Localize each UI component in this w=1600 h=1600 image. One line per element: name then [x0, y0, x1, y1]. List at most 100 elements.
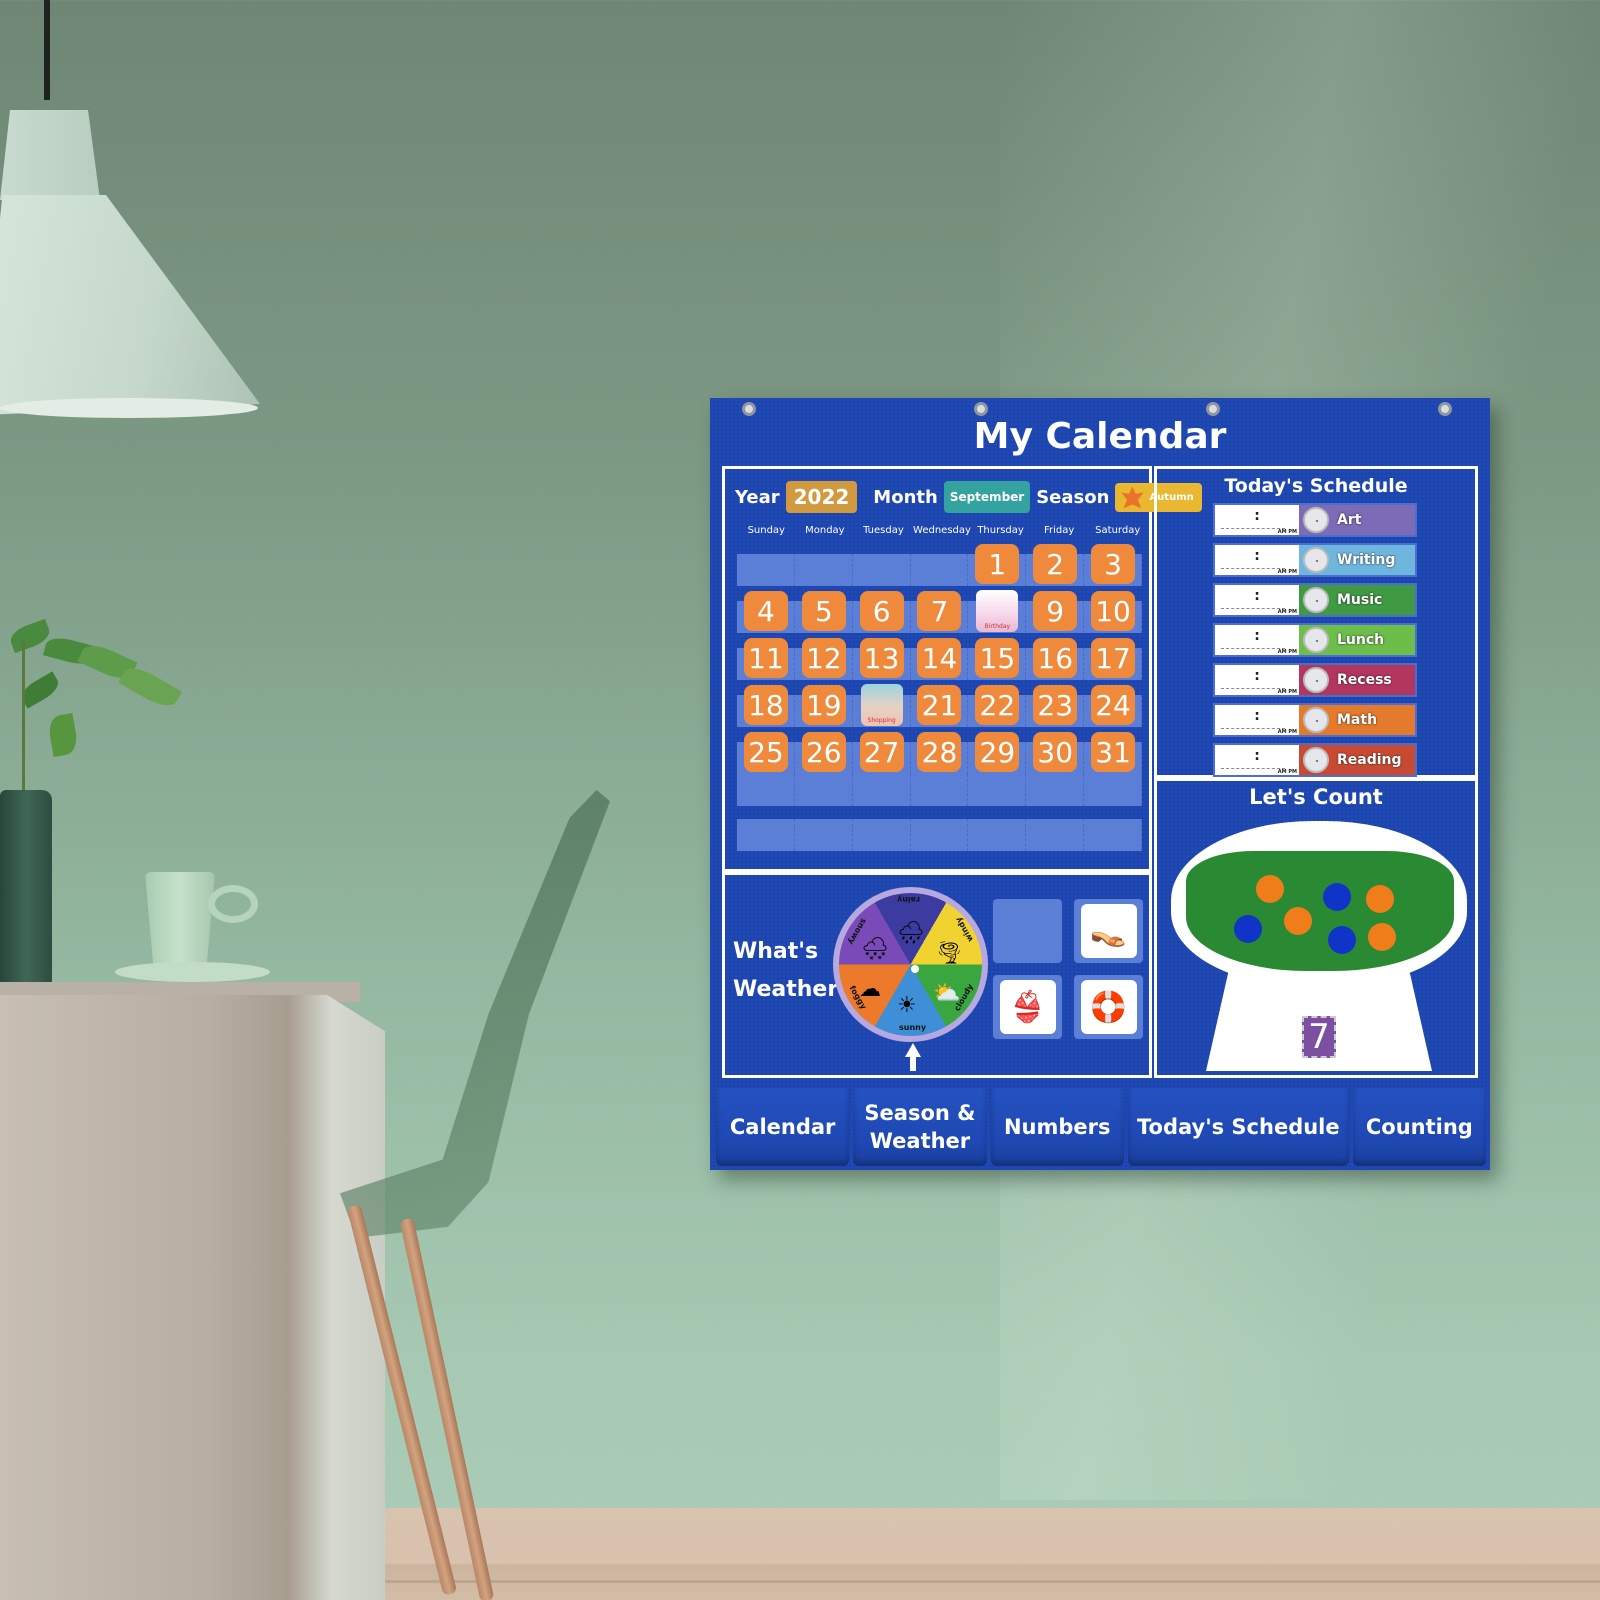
calendar-pocket[interactable]: 22: [968, 682, 1027, 728]
calendar-pocket[interactable]: 5: [794, 588, 853, 634]
calendar-pocket[interactable]: 31: [1084, 729, 1142, 775]
day-number-card[interactable]: 31: [1091, 732, 1136, 772]
shopping-card[interactable]: Shopping: [860, 684, 903, 726]
schedule-item[interactable]: : AM PM Math: [1213, 703, 1417, 737]
calendar-pocket[interactable]: 16: [1026, 635, 1085, 681]
day-number-card[interactable]: 6: [859, 591, 904, 631]
calendar-pocket[interactable]: 30: [1026, 729, 1085, 775]
empty-pocket[interactable]: [795, 819, 853, 851]
day-number-card[interactable]: 24: [1091, 685, 1136, 725]
schedule-item[interactable]: : AM PM Recess: [1213, 663, 1417, 697]
empty-pocket[interactable]: [1084, 774, 1142, 806]
weather-wheel[interactable]: rainy windy cloudy sunny foggy snowy 🌧 🌪…: [833, 887, 988, 1042]
calendar-pocket[interactable]: 18: [737, 682, 795, 728]
empty-pocket[interactable]: [968, 774, 1027, 806]
empty-pocket[interactable]: [795, 774, 853, 806]
calendar-pocket[interactable]: 27: [852, 729, 911, 775]
calendar-pocket[interactable]: 9: [1026, 588, 1085, 634]
day-number-card[interactable]: 18: [743, 685, 788, 725]
counting-bead[interactable]: [1328, 926, 1356, 954]
calendar-pocket[interactable]: 2: [1026, 541, 1085, 587]
schedule-item[interactable]: : AM PM Art: [1213, 503, 1417, 537]
day-number-card[interactable]: 21: [917, 685, 962, 725]
year-card[interactable]: 2022: [785, 481, 858, 513]
calendar-pocket[interactable]: 26: [794, 729, 853, 775]
day-number-card[interactable]: 26: [801, 732, 846, 772]
birthday-cake-card[interactable]: Birthday: [976, 590, 1019, 632]
calendar-pocket[interactable]: 28: [910, 729, 969, 775]
time-write-box[interactable]: : AM PM: [1215, 625, 1299, 655]
day-number-card[interactable]: 15: [975, 638, 1020, 678]
empty-pocket[interactable]: [737, 819, 795, 851]
storage-pocket[interactable]: Today's Schedule: [1127, 1088, 1349, 1166]
counting-bead[interactable]: [1368, 923, 1396, 951]
empty-pocket[interactable]: [1084, 819, 1142, 851]
clothing-slot[interactable]: 👙: [993, 975, 1062, 1039]
day-number-card[interactable]: 17: [1091, 638, 1136, 678]
clothing-slot[interactable]: 👡: [1074, 899, 1143, 963]
calendar-pocket[interactable]: 10: [1084, 588, 1142, 634]
schedule-item[interactable]: : AM PM Reading: [1213, 743, 1417, 777]
counting-bead[interactable]: [1256, 875, 1284, 903]
day-number-card[interactable]: 28: [917, 732, 962, 772]
time-write-box[interactable]: : AM PM: [1215, 745, 1299, 775]
calendar-pocket[interactable]: Birthday: [968, 588, 1027, 634]
empty-pocket-row[interactable]: [737, 819, 1142, 851]
calendar-pocket[interactable]: Shopping: [852, 682, 911, 728]
empty-pocket[interactable]: [911, 774, 969, 806]
calendar-pocket[interactable]: 1: [968, 541, 1027, 587]
counting-bead[interactable]: [1284, 907, 1312, 935]
clothing-slot[interactable]: 🛟: [1074, 975, 1143, 1039]
day-number-card[interactable]: 3: [1091, 544, 1136, 584]
day-number-card[interactable]: 4: [743, 591, 788, 631]
calendar-pocket[interactable]: [910, 541, 969, 587]
day-number-card[interactable]: 25: [743, 732, 788, 772]
calendar-pocket[interactable]: 7: [910, 588, 969, 634]
time-write-box[interactable]: : AM PM: [1215, 665, 1299, 695]
empty-pocket[interactable]: [1026, 819, 1085, 851]
calendar-pocket[interactable]: 14: [910, 635, 969, 681]
storage-pocket[interactable]: Season & Weather: [853, 1088, 987, 1166]
storage-pocket[interactable]: Calendar: [716, 1088, 850, 1166]
day-number-card[interactable]: 30: [1033, 732, 1078, 772]
day-number-card[interactable]: 1: [975, 544, 1020, 584]
time-write-box[interactable]: : AM PM: [1215, 545, 1299, 575]
day-number-card[interactable]: 22: [975, 685, 1020, 725]
calendar-pocket[interactable]: 13: [852, 635, 911, 681]
day-number-card[interactable]: 16: [1033, 638, 1078, 678]
empty-pocket[interactable]: [968, 819, 1027, 851]
calendar-pocket[interactable]: 3: [1084, 541, 1142, 587]
time-write-box[interactable]: : AM PM: [1215, 505, 1299, 535]
calendar-pocket[interactable]: 29: [968, 729, 1027, 775]
day-number-card[interactable]: 19: [801, 685, 846, 725]
empty-pocket-row[interactable]: [737, 774, 1142, 806]
calendar-pocket[interactable]: 4: [737, 588, 795, 634]
day-number-card[interactable]: 5: [801, 591, 846, 631]
calendar-pocket[interactable]: 11: [737, 635, 795, 681]
day-number-card[interactable]: 9: [1033, 591, 1078, 631]
month-card[interactable]: September: [943, 481, 1031, 513]
storage-pocket[interactable]: Counting: [1352, 1088, 1487, 1166]
calendar-pocket[interactable]: [794, 541, 853, 587]
day-number-card[interactable]: 23: [1033, 685, 1078, 725]
calendar-pocket[interactable]: 15: [968, 635, 1027, 681]
calendar-pocket[interactable]: 19: [794, 682, 853, 728]
schedule-item[interactable]: : AM PM Music: [1213, 583, 1417, 617]
empty-pocket[interactable]: [1026, 774, 1085, 806]
time-write-box[interactable]: : AM PM: [1215, 585, 1299, 615]
day-number-card[interactable]: 27: [859, 732, 904, 772]
day-number-card[interactable]: 2: [1033, 544, 1078, 584]
counting-bead[interactable]: [1323, 883, 1351, 911]
time-write-box[interactable]: : AM PM: [1215, 705, 1299, 735]
empty-pocket[interactable]: [853, 819, 911, 851]
schedule-item[interactable]: : AM PM Lunch: [1213, 623, 1417, 657]
counting-bead[interactable]: [1234, 915, 1262, 943]
count-number-card[interactable]: 7: [1302, 1016, 1336, 1058]
empty-pocket[interactable]: [853, 774, 911, 806]
day-number-card[interactable]: 13: [859, 638, 904, 678]
day-number-card[interactable]: 12: [801, 638, 846, 678]
empty-pocket[interactable]: [737, 774, 795, 806]
calendar-pocket[interactable]: [737, 541, 795, 587]
calendar-pocket[interactable]: 12: [794, 635, 853, 681]
calendar-pocket[interactable]: 25: [737, 729, 795, 775]
